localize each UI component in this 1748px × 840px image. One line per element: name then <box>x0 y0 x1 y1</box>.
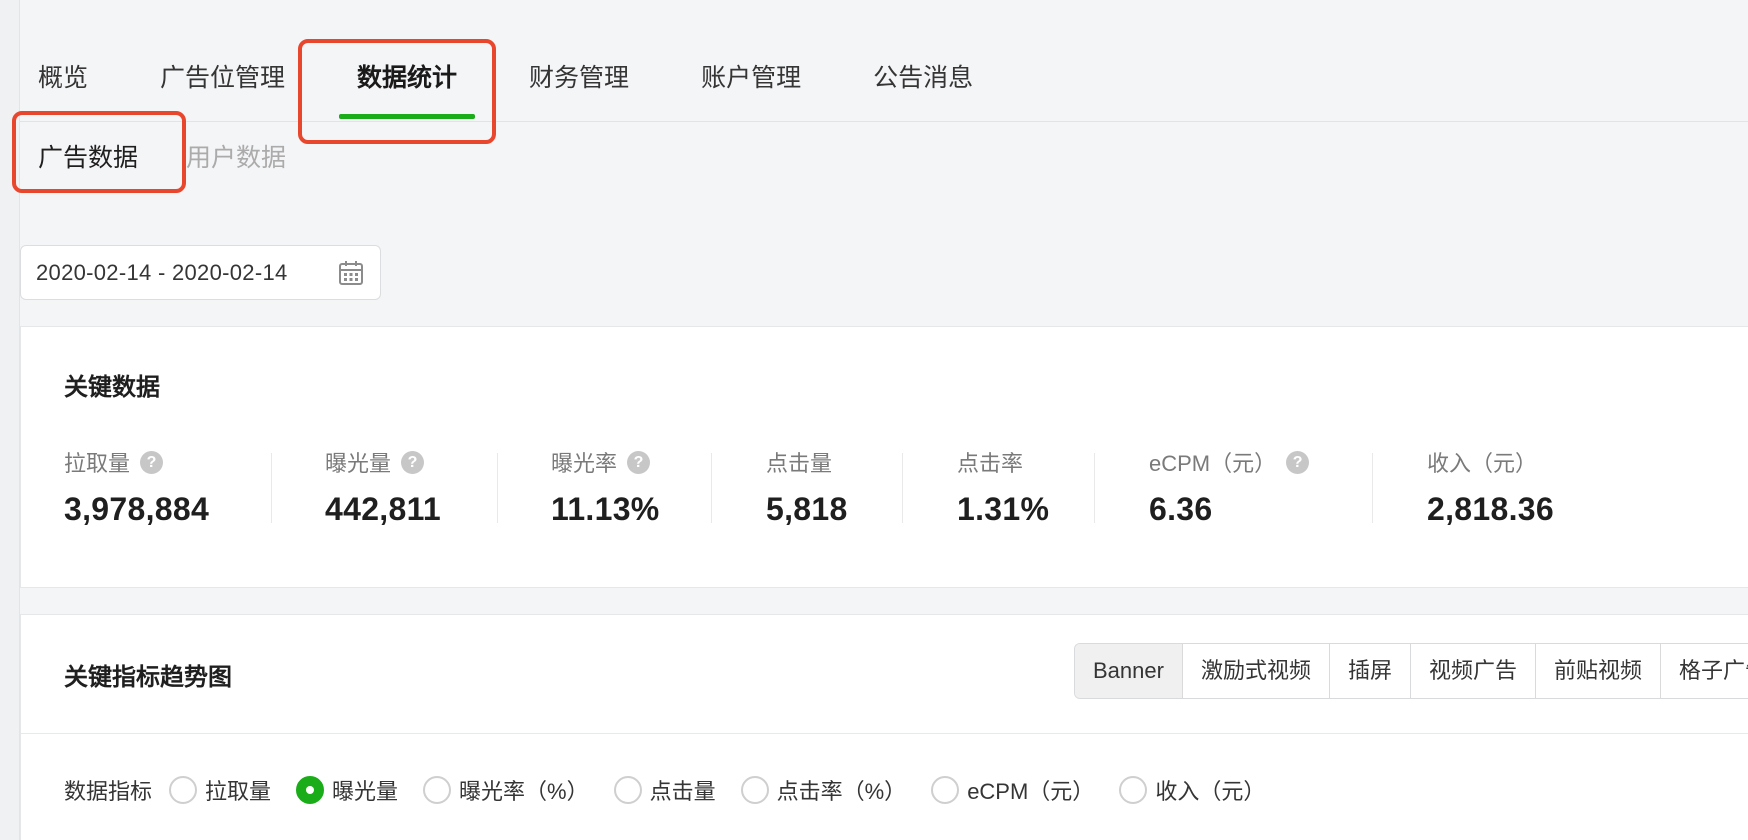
ad-type-video-ad[interactable]: 视频广告 <box>1410 644 1536 698</box>
trend-title: 关键指标趋势图 <box>64 664 232 691</box>
radio-text: 曝光率（%） <box>459 779 589 804</box>
metric-click-rate: 点击率 1.31% <box>957 447 1049 528</box>
metric-divider <box>711 453 712 523</box>
date-range-picker[interactable]: 2020-02-14 - 2020-02-14 <box>20 245 381 300</box>
tab-data-statistics[interactable]: 数据统计 <box>339 60 476 119</box>
ad-type-grid-ad[interactable]: 格子广告 <box>1661 644 1748 698</box>
radio-click-rate[interactable]: 点击率（%） <box>740 774 907 806</box>
metric-pull-count: 拉取量? 3,978,884 <box>64 447 209 528</box>
radio-text: 曝光量 <box>332 779 399 804</box>
tab-account-management[interactable]: 账户管理 <box>701 60 801 96</box>
metric-divider <box>1372 453 1373 523</box>
radio-circle <box>296 776 325 804</box>
metric-divider <box>902 453 903 523</box>
metric-value: 11.13% <box>551 491 660 527</box>
radio-text: 点击量 <box>649 779 716 804</box>
metric-label: eCPM（元） <box>1149 451 1277 476</box>
main-tabs: 概览 广告位管理 数据统计 财务管理 账户管理 公告消息 <box>38 60 973 122</box>
indicator-radio-group: 数据指标 拉取量 曝光量 曝光率（%） 点击量 点击率（%） eCPM（元） 收… <box>64 773 1290 807</box>
radio-text: 点击率（%） <box>776 779 907 804</box>
active-tab-indicator <box>339 114 476 119</box>
indicator-label: 数据指标 <box>64 779 153 804</box>
radio-text: 拉取量 <box>205 779 272 804</box>
left-edge <box>0 0 20 840</box>
help-icon[interactable]: ? <box>401 450 425 474</box>
metric-impressions: 曝光量? 442,811 <box>325 447 441 528</box>
tab-data-statistics-label: 数据统计 <box>357 64 458 92</box>
metric-label: 收入（元） <box>1427 451 1538 476</box>
key-data-card: 关键数据 拉取量? 3,978,884 曝光量? 442,811 曝光率? 11… <box>20 326 1748 588</box>
key-data-title: 关键数据 <box>64 374 160 401</box>
metric-label: 点击率 <box>957 451 1024 476</box>
metric-ecpm: eCPM（元）? 6.36 <box>1149 447 1310 528</box>
ad-type-banner[interactable]: Banner <box>1075 644 1183 698</box>
radio-impression-rate[interactable]: 曝光率（%） <box>423 774 589 806</box>
metric-impression-rate: 曝光率? 11.13% <box>551 447 660 528</box>
ad-type-segmented-control: Banner 激励式视频 插屏 视频广告 前贴视频 格子广告 <box>1074 643 1748 699</box>
metric-divider <box>1094 453 1095 523</box>
metric-value: 2,818.36 <box>1427 491 1554 527</box>
tab-announcements[interactable]: 公告消息 <box>873 60 973 96</box>
subtab-ad-data[interactable]: 广告数据 <box>38 140 138 176</box>
help-icon[interactable]: ? <box>140 450 164 474</box>
radio-circle <box>613 776 642 804</box>
tab-ad-slot-management[interactable]: 广告位管理 <box>160 60 285 96</box>
sub-tabs: 广告数据 用户数据 <box>38 140 286 176</box>
radio-pull-count[interactable]: 拉取量 <box>169 774 271 806</box>
trend-card: 关键指标趋势图 Banner 激励式视频 插屏 视频广告 前贴视频 格子广告 数… <box>20 614 1748 840</box>
calendar-icon <box>339 261 363 285</box>
radio-clicks[interactable]: 点击量 <box>613 774 716 806</box>
radio-impressions[interactable]: 曝光量 <box>296 774 398 806</box>
radio-revenue[interactable]: 收入（元） <box>1119 774 1265 806</box>
radio-circle <box>423 776 452 804</box>
ad-type-interstitial[interactable]: 插屏 <box>1329 644 1411 698</box>
radio-text: eCPM（元） <box>967 779 1095 804</box>
tab-finance-management[interactable]: 财务管理 <box>529 60 629 96</box>
radio-circle <box>931 776 960 804</box>
tabs-divider <box>20 121 1748 122</box>
radio-ecpm[interactable]: eCPM（元） <box>931 774 1094 806</box>
trend-divider <box>21 733 1748 734</box>
tab-overview[interactable]: 概览 <box>38 60 88 96</box>
radio-circle <box>740 776 769 804</box>
ad-type-preroll-video[interactable]: 前贴视频 <box>1536 644 1662 698</box>
date-range-value: 2020-02-14 - 2020-02-14 <box>36 259 288 285</box>
radio-circle <box>169 776 198 804</box>
metric-value: 442,811 <box>325 491 442 527</box>
metric-revenue: 收入（元） 2,818.36 <box>1427 447 1554 528</box>
metric-divider <box>497 453 498 523</box>
metric-label: 曝光量 <box>325 451 392 476</box>
ad-type-rewarded-video[interactable]: 激励式视频 <box>1182 644 1330 698</box>
radio-text: 收入（元） <box>1155 779 1266 804</box>
metric-value: 6.36 <box>1149 491 1213 527</box>
subtab-user-data[interactable]: 用户数据 <box>186 140 286 176</box>
help-icon[interactable]: ? <box>627 450 651 474</box>
metric-label: 点击量 <box>766 451 833 476</box>
metric-divider <box>271 453 272 523</box>
metric-clicks: 点击量 5,818 <box>766 447 848 528</box>
metric-label: 拉取量 <box>64 451 131 476</box>
radio-circle <box>1119 776 1148 804</box>
metric-value: 5,818 <box>766 491 848 527</box>
metric-value: 3,978,884 <box>64 491 210 527</box>
help-icon[interactable]: ? <box>1286 450 1310 474</box>
metric-label: 曝光率 <box>551 451 618 476</box>
metric-value: 1.31% <box>957 491 1050 527</box>
